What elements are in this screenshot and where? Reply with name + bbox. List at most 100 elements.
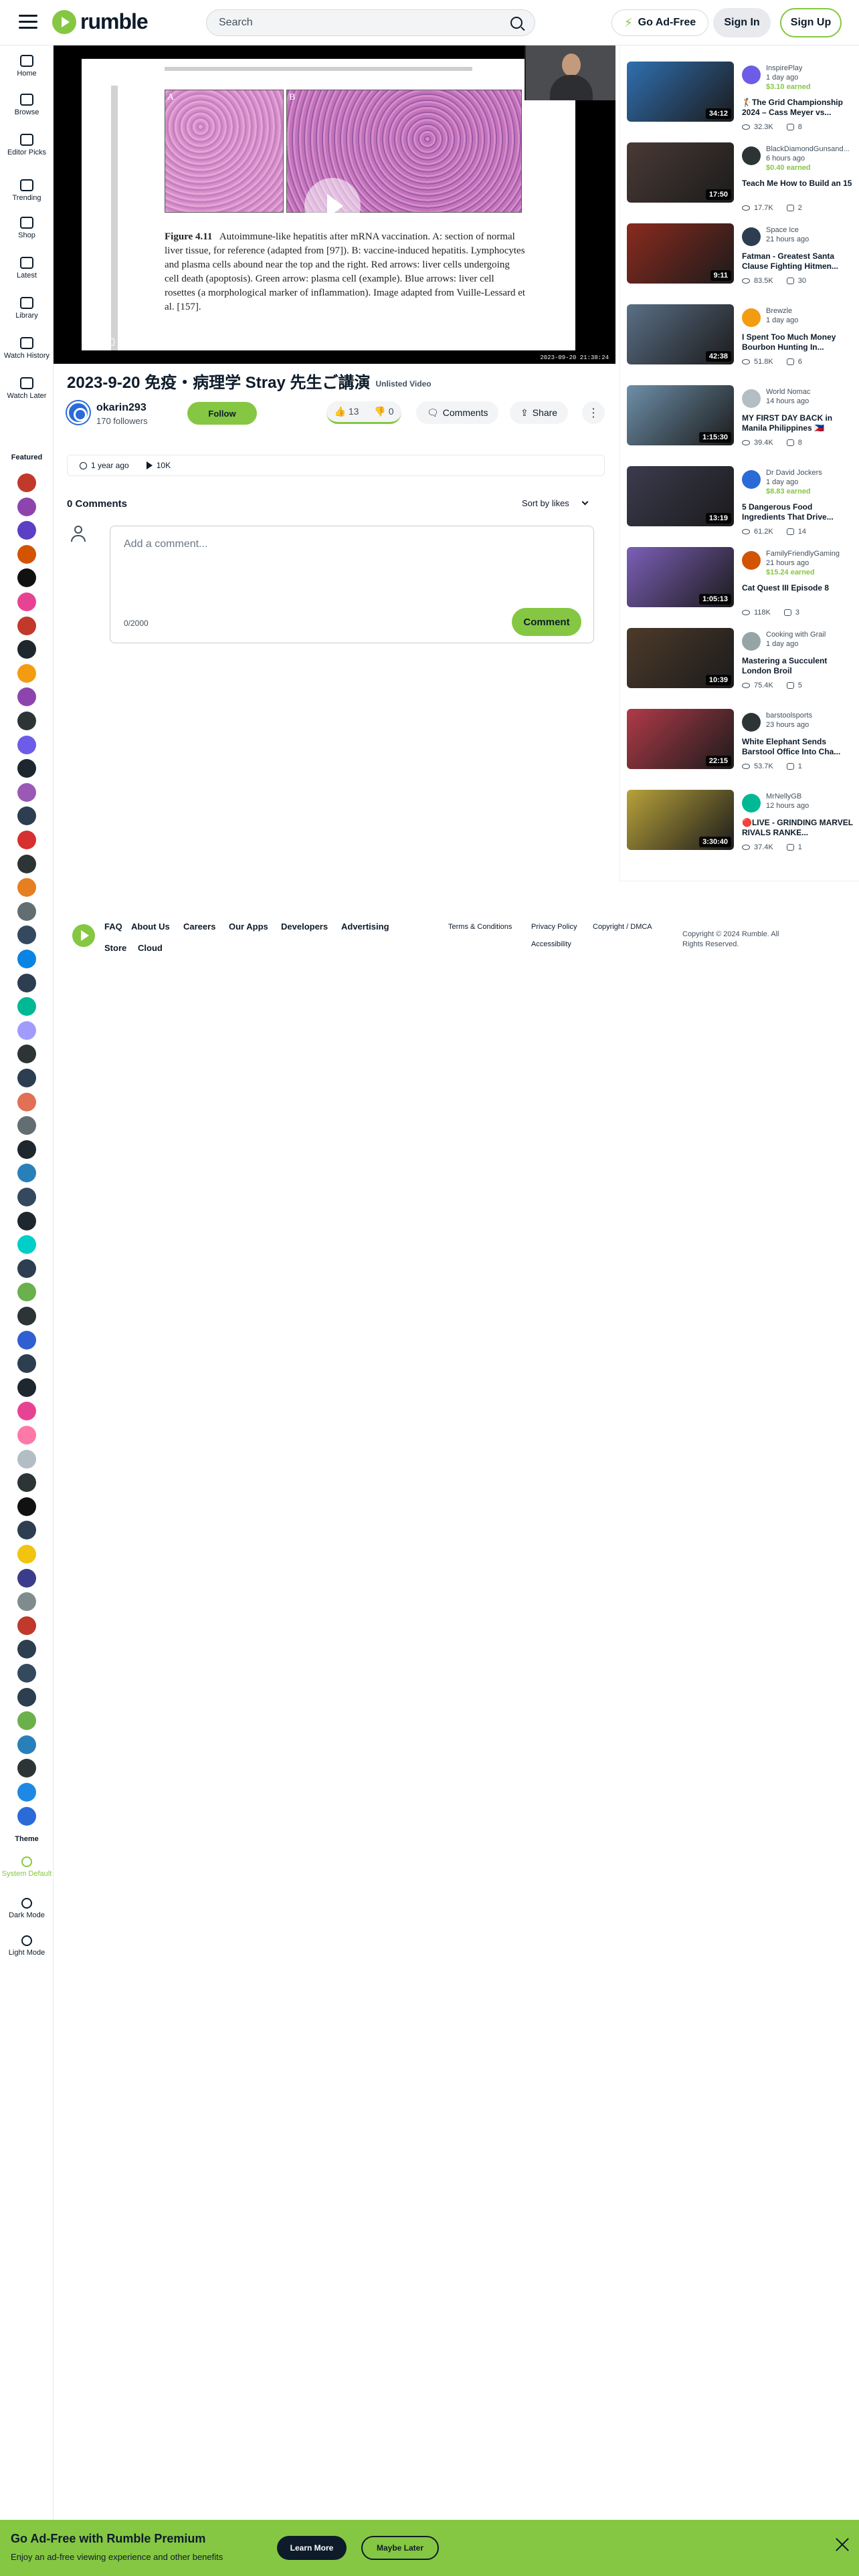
video-title[interactable]: Cat Quest III Episode 8 <box>742 583 854 593</box>
footer-link[interactable]: Careers <box>183 922 215 932</box>
related-video-item[interactable]: 9:11 Space Ice 21 hours ago Fatman - Greate… <box>627 207 854 285</box>
more-options-icon[interactable]: ⋮ <box>582 401 605 424</box>
channel-name[interactable]: Brewzle <box>766 307 853 315</box>
footer-logo-icon[interactable] <box>72 924 95 947</box>
video-thumbnail[interactable]: 1:05:13 <box>627 547 734 607</box>
related-video-item[interactable]: 34:12 InspirePlay 1 day ago $3.10 earned 🏌Th… <box>627 45 854 131</box>
featured-channel-avatar[interactable] <box>17 1402 36 1421</box>
featured-channel-avatar[interactable] <box>17 1164 36 1183</box>
footer-link[interactable]: About Us <box>131 922 170 932</box>
related-video-item[interactable]: 3:30:40 MrNellyGB 12 hours ago 🔴LIVE - GRIN… <box>627 774 854 851</box>
video-thumbnail[interactable]: 1:15:30 <box>627 385 734 445</box>
featured-channel-avatar[interactable] <box>17 1592 36 1612</box>
featured-channel-avatar[interactable] <box>17 1449 36 1469</box>
channel-avatar[interactable] <box>742 632 761 651</box>
theme-option-1[interactable]: Dark Mode <box>0 1898 54 1919</box>
featured-channel-avatar[interactable] <box>17 1354 36 1374</box>
featured-channel-avatar[interactable] <box>17 1211 36 1230</box>
video-thumbnail[interactable]: 22:15 <box>627 709 734 769</box>
video-thumbnail[interactable]: 10:39 <box>627 628 734 688</box>
share-button[interactable]: ⇪ Share <box>510 401 569 424</box>
featured-channel-avatar[interactable] <box>17 1806 36 1826</box>
featured-channel-avatar[interactable] <box>17 568 36 588</box>
featured-channel-avatar[interactable] <box>17 1188 36 1206</box>
channel-name[interactable]: Cooking with Grail <box>766 631 853 639</box>
zoom-icon[interactable] <box>96 338 103 346</box>
footer-link[interactable]: Our Apps <box>229 922 268 932</box>
featured-channel-avatar[interactable] <box>17 1378 36 1397</box>
related-video-item[interactable]: 10:39 Cooking with Grail 1 day ago Masterin… <box>627 612 854 689</box>
featured-channel-avatar[interactable] <box>17 1307 36 1325</box>
related-video-item[interactable]: 17:50 BlackDiamondGunsand... 6 hours ago $0… <box>627 126 854 212</box>
video-thumbnail[interactable]: 9:11 <box>627 223 734 284</box>
sidebar-item-1[interactable]: Browse <box>0 94 54 116</box>
channel-avatar[interactable] <box>742 227 761 246</box>
video-thumbnail[interactable]: 34:12 <box>627 62 734 122</box>
featured-channel-avatar[interactable] <box>17 1664 36 1683</box>
featured-channel-avatar[interactable] <box>17 1235 36 1255</box>
footer-link[interactable]: FAQ <box>104 922 122 932</box>
footer-link[interactable]: Developers <box>281 922 328 932</box>
featured-channel-avatar[interactable] <box>17 1545 36 1564</box>
footer-link[interactable]: Advertising <box>341 922 389 932</box>
featured-channel-avatar[interactable] <box>17 1687 36 1707</box>
featured-channel-avatar[interactable] <box>17 1521 36 1540</box>
sidebar-item-7[interactable]: Watch History <box>0 337 54 360</box>
comment-input[interactable] <box>124 538 579 599</box>
channel-name[interactable]: BlackDiamondGunsand... <box>766 145 853 153</box>
related-video-item[interactable]: 1:05:13 FamilyFriendlyGaming 21 hours ago $… <box>627 531 854 617</box>
channel-avatar[interactable] <box>67 401 90 424</box>
featured-channel-avatar[interactable] <box>17 1069 36 1087</box>
video-title[interactable]: 🔴LIVE - GRINDING MARVEL RIVALS RANKE... <box>742 818 854 838</box>
featured-channel-avatar[interactable] <box>17 997 36 1016</box>
featured-channel-avatar[interactable] <box>17 1497 36 1516</box>
channel-avatar[interactable] <box>742 794 761 813</box>
grid-icon[interactable] <box>107 338 114 346</box>
theme-option-2[interactable]: Light Mode <box>0 1935 54 1957</box>
featured-channel-avatar[interactable] <box>17 1283 36 1302</box>
video-title[interactable]: 5 Dangerous Food Ingredients That Drive.… <box>742 502 854 522</box>
featured-channel-avatar[interactable] <box>17 1045 36 1064</box>
channel-avatar[interactable] <box>742 389 761 408</box>
hamburger-menu-icon[interactable] <box>19 15 37 31</box>
video-title[interactable]: Mastering a Succulent London Broil <box>742 656 854 676</box>
featured-channel-avatar[interactable] <box>17 497 36 516</box>
rumble-logo[interactable]: rumble <box>52 9 149 34</box>
featured-channel-avatar[interactable] <box>17 735 36 754</box>
channel-name[interactable]: FamilyFriendlyGaming <box>766 550 853 558</box>
featured-channel-avatar[interactable] <box>17 1092 36 1111</box>
featured-channel-avatar[interactable] <box>17 1426 36 1444</box>
featured-channel-avatar[interactable] <box>17 1735 36 1754</box>
featured-channel-avatar[interactable] <box>17 1711 36 1731</box>
record-icon[interactable] <box>130 338 137 346</box>
close-icon[interactable] <box>835 2537 850 2552</box>
comment-submit-button[interactable]: Comment <box>512 608 581 636</box>
channel-name[interactable]: InspirePlay <box>766 64 853 72</box>
sidebar-item-4[interactable]: Shop <box>0 217 54 239</box>
footer-legal-link[interactable]: Copyright / DMCA <box>593 923 652 931</box>
video-title[interactable]: White Elephant Sends Barstool Office Int… <box>742 737 854 757</box>
featured-channel-avatar[interactable] <box>17 782 36 802</box>
channel-name[interactable]: MrNellyGB <box>766 792 853 800</box>
featured-channel-avatar[interactable] <box>17 640 36 659</box>
theme-option-0[interactable]: System Default <box>0 1856 54 1878</box>
footer-legal-link[interactable]: Accessibility <box>531 940 571 948</box>
video-title[interactable]: Teach Me How to Build an 15 <box>742 179 854 189</box>
sidebar-item-6[interactable]: Library <box>0 297 54 320</box>
video-thumbnail[interactable]: 3:30:40 <box>627 790 734 850</box>
featured-channel-avatar[interactable] <box>17 1116 36 1136</box>
search-input[interactable] <box>219 17 510 29</box>
footer-legal-link[interactable]: Privacy Policy <box>531 923 577 931</box>
sign-in-button[interactable]: Sign In <box>713 8 771 37</box>
like-button[interactable]: 👍 13 <box>334 406 359 417</box>
video-player[interactable]: A B Figure 4.11 Autoimmune-like hepatiti… <box>54 45 615 364</box>
related-video-item[interactable]: 13:19 Dr David Jockers 1 day ago $8.83 earn… <box>627 450 854 536</box>
featured-channel-avatar[interactable] <box>17 1783 36 1802</box>
featured-channel-avatar[interactable] <box>17 1140 36 1159</box>
featured-channel-avatar[interactable] <box>17 1330 36 1350</box>
sidebar-item-2[interactable]: Editor Picks <box>0 134 54 156</box>
channel-avatar[interactable] <box>742 551 761 570</box>
featured-channel-avatar[interactable] <box>17 1259 36 1278</box>
sign-up-button[interactable]: Sign Up <box>780 8 842 37</box>
more-icon[interactable] <box>141 338 149 346</box>
